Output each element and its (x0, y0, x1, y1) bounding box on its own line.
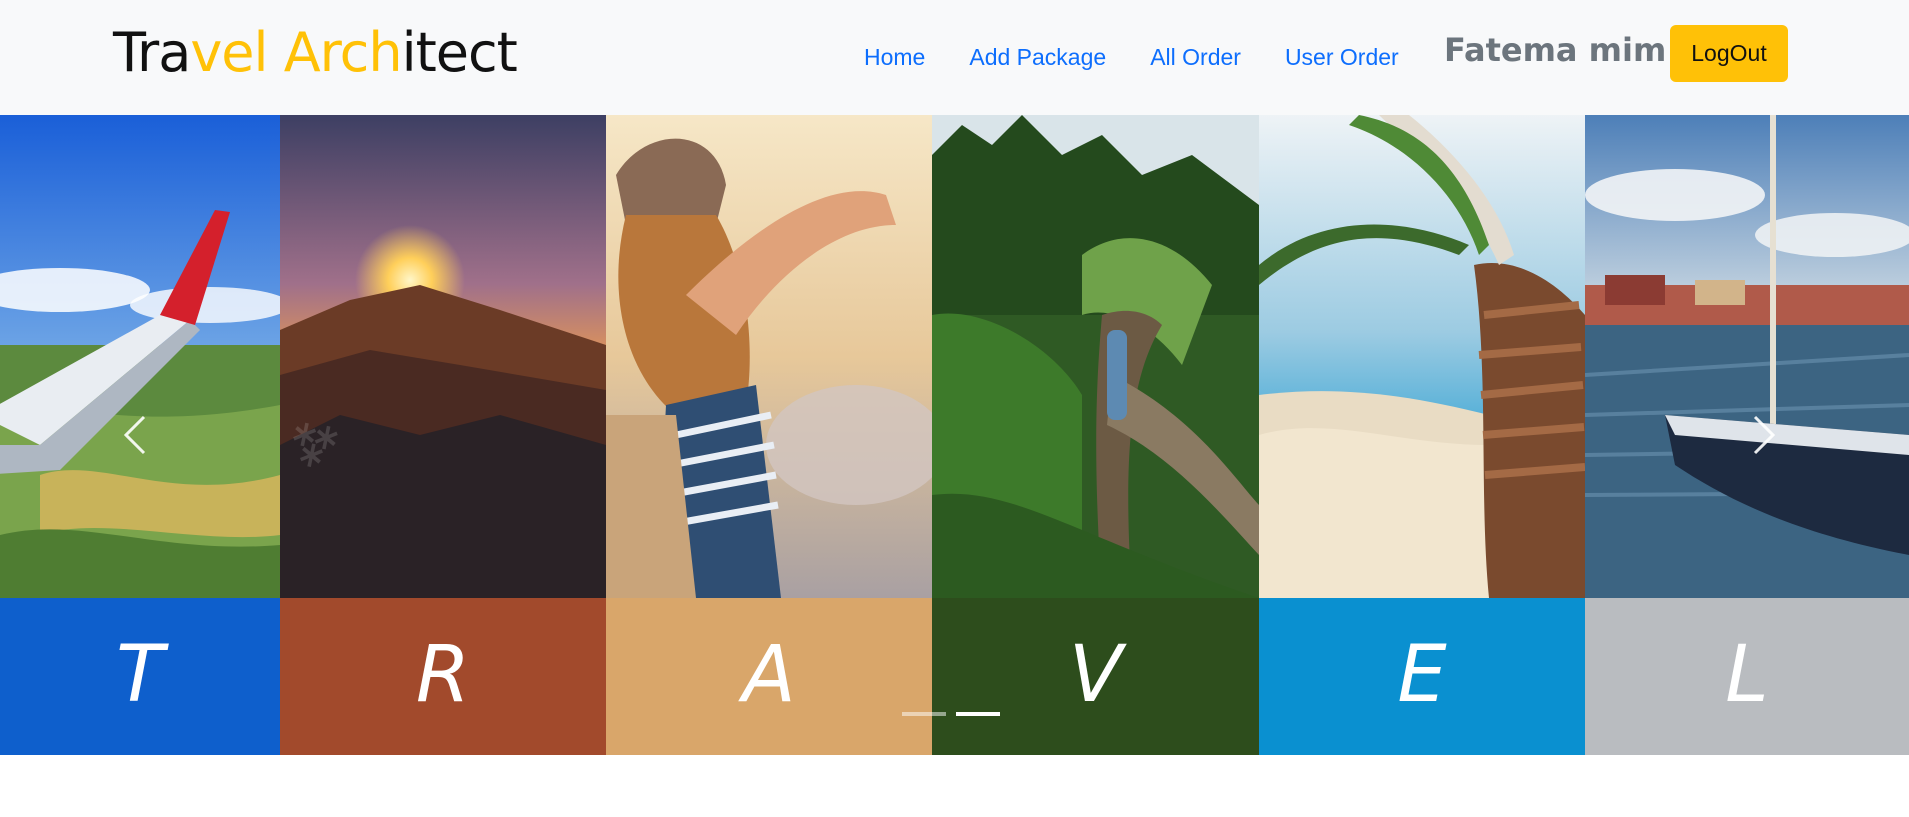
carousel-panel-r: R (280, 115, 606, 755)
logout-button[interactable]: LogOut (1670, 25, 1788, 82)
carousel-indicator-1[interactable] (902, 712, 946, 716)
panel-letter: T (116, 630, 164, 720)
brand-logo[interactable]: Travel Architect (113, 18, 518, 88)
carousel-next-button[interactable] (1735, 405, 1795, 465)
chevron-right-icon (1753, 415, 1776, 455)
forest-train-image (932, 115, 1259, 598)
nav-link-user-order[interactable]: User Order (1285, 42, 1399, 72)
carousel-panel-e: E (1259, 115, 1585, 755)
nav-link-add-package[interactable]: Add Package (969, 42, 1106, 72)
panel-letter: R (415, 630, 471, 720)
nav-link-all-order[interactable]: All Order (1150, 42, 1241, 72)
user-name: Fatema mim (1444, 31, 1667, 69)
mountain-sunset-image (280, 115, 606, 598)
panel-letter: L (1725, 630, 1769, 720)
panel-letter: V (1068, 630, 1123, 720)
navbar: Travel Architect Home Add Package All Orde… (0, 0, 1909, 115)
brand-part-3: itect (401, 21, 518, 84)
sailboat-harbor-image (1585, 115, 1909, 598)
palm-beach-image (1259, 115, 1585, 598)
carousel-prev-button[interactable] (104, 405, 164, 465)
panel-letter: E (1397, 630, 1447, 720)
carousel-indicator-2[interactable] (956, 712, 1000, 716)
carousel-panel-v: V (932, 115, 1259, 755)
hero-carousel: T R A V E L (0, 115, 1909, 755)
carousel-panel-a: A (606, 115, 932, 755)
brand-part-2: vel Arch (190, 21, 402, 84)
nav-links: Home Add Package All Order User Order (864, 42, 1443, 72)
airplane-wing-image (0, 115, 280, 598)
traveler-woman-image (606, 115, 932, 598)
brand-part-1: Tra (113, 21, 191, 84)
nav-link-home[interactable]: Home (864, 42, 925, 72)
chevron-left-icon (123, 415, 146, 455)
panel-letter: A (742, 630, 796, 720)
